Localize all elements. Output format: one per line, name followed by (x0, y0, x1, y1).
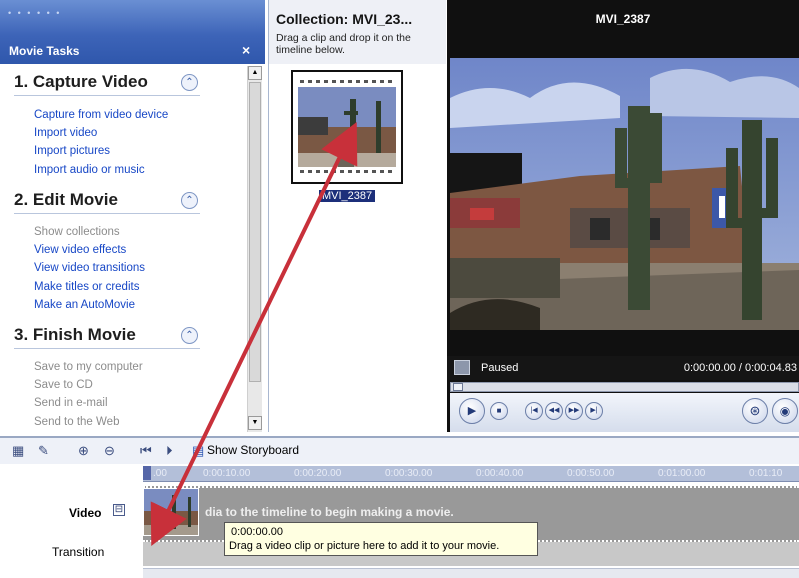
storyboard-icon[interactable]: ▤ (192, 443, 204, 459)
fast-forward-icon[interactable]: ▶▶ (565, 402, 583, 420)
show-storyboard-button[interactable]: Show Storyboard (207, 443, 299, 457)
scroll-thumb[interactable] (249, 82, 261, 382)
task-view-video-effects[interactable]: View video effects (34, 241, 145, 259)
narrate-timeline-icon[interactable]: ✎ (38, 443, 49, 459)
task-import-video[interactable]: Import video (34, 124, 168, 142)
collection-title: Collection: MVI_23... (276, 11, 413, 27)
task-capture-from-device[interactable]: Capture from video device (34, 106, 168, 124)
task-save-to-computer: Save to my computer (34, 361, 143, 373)
playback-controls: ▶ ■ |◀ ◀◀ ▶▶ ▶| ⊛ ◉ (450, 393, 799, 432)
task-save-to-cd: Save to CD (34, 379, 93, 392)
seek-bar[interactable] (450, 382, 799, 392)
clip-thumbnail-image (298, 77, 396, 177)
task-send-web: Send to the Web (34, 415, 120, 428)
task-make-automovie[interactable]: Make an AutoMovie (34, 296, 145, 314)
next-frame-icon[interactable]: ▶| (585, 402, 603, 420)
tasks-scrollbar[interactable]: ▲ ▼ (247, 66, 262, 432)
task-view-video-transitions[interactable]: View video transitions (34, 259, 145, 277)
section-title: 1. Capture Video (14, 72, 148, 91)
ruler-tick: 0:01:10 (749, 468, 783, 479)
finish-task-list: Save to my computer Save to CD Send in e… (34, 358, 143, 431)
zoom-out-icon[interactable]: ⊖ (104, 443, 115, 459)
ruler-tick: 0:00:50.00 (567, 468, 615, 479)
task-make-titles[interactable]: Make titles or credits (34, 278, 145, 296)
ruler-tick: 0:00:40.00 (476, 468, 524, 479)
rewind-timeline-icon[interactable]: ⏮ (140, 443, 152, 459)
collection-pane: Collection: MVI_23... Drag a clip and dr… (268, 0, 446, 432)
header-grip-icon: • • • • • • (8, 8, 62, 18)
clip-thumbnail[interactable] (291, 70, 403, 184)
timeline-scrollbar[interactable] (143, 568, 799, 578)
section-title: 2. Edit Movie (14, 190, 118, 209)
timeline-ruler[interactable]: .00 0:00:10.00 0:00:20.00 0:00:30.00 0:0… (143, 466, 799, 482)
collection-instruction: Drag a clip and drop it on the timeline … (276, 32, 411, 56)
tooltip-text: Drag a video clip or picture here to add… (229, 540, 500, 552)
seek-handle[interactable] (453, 383, 463, 391)
clip-label[interactable]: MVI_2387 (319, 190, 376, 202)
previous-frame-icon[interactable]: |◀ (525, 402, 543, 420)
tasks-pane-header: • • • • • • Movie Tasks × (0, 0, 265, 64)
playback-status: Paused (481, 362, 519, 374)
collapse-chevron-icon[interactable]: ⌃ (181, 74, 198, 91)
collection-header: Collection: MVI_23... Drag a clip and dr… (269, 0, 446, 64)
video-preview (450, 58, 799, 330)
take-picture-icon[interactable]: ◉ (772, 398, 798, 424)
video-track-label: Video (69, 506, 102, 520)
split-clip-icon[interactable]: ⊛ (742, 398, 768, 424)
playback-time: 0:00:00.00 / 0:00:04.83 (683, 362, 797, 374)
playhead-indicator[interactable] (143, 466, 151, 480)
ruler-tick: 0:00:30.00 (385, 468, 433, 479)
task-import-pictures[interactable]: Import pictures (34, 142, 168, 160)
movie-tasks-pane: • • • • • • Movie Tasks × 1. Capture Vid… (0, 0, 265, 432)
task-send-email: Send in e-mail (34, 397, 108, 410)
timeline-toolbar: ▦ ✎ ⊕ ⊖ ⏮ ⏵ ▤ Show Storyboard (0, 438, 799, 464)
ruler-tick: 0:00:20.00 (294, 468, 342, 479)
dragged-clip-thumbnail[interactable] (143, 488, 199, 536)
set-audio-levels-icon[interactable]: ▦ (12, 443, 24, 459)
monitor-title: MVI_2387 (595, 12, 651, 26)
rewind-icon[interactable]: ◀◀ (545, 402, 563, 420)
track-hint-text: dia to the timeline to begin making a mo… (205, 505, 454, 519)
ruler-tick: .00 (153, 468, 167, 479)
preview-monitor: MVI_2387 Paused 0:00:00.00 / 0:00:04.83 … (447, 0, 799, 432)
section-finish-movie[interactable]: 3. Finish Movie ⌃ (14, 325, 200, 349)
section-edit-movie[interactable]: 2. Edit Movie ⌃ (14, 190, 200, 214)
ruler-tick: 0:01:00.00 (658, 468, 706, 479)
stop-icon[interactable]: ■ (490, 402, 508, 420)
zoom-in-icon[interactable]: ⊕ (78, 443, 89, 459)
collapse-chevron-icon[interactable]: ⌃ (181, 327, 198, 344)
tasks-pane-title: Movie Tasks (9, 44, 80, 58)
play-icon[interactable]: ▶ (459, 398, 485, 424)
play-timeline-icon[interactable]: ⏵ (166, 443, 173, 459)
task-import-audio[interactable]: Import audio or music (34, 161, 168, 179)
capture-task-list: Capture from video device Import video I… (34, 106, 168, 179)
expand-track-icon[interactable]: ⊟ (113, 504, 125, 516)
tooltip-time: 0:00:00.00 (231, 526, 283, 538)
close-icon[interactable]: × (242, 42, 250, 58)
section-title: 3. Finish Movie (14, 325, 136, 344)
scroll-down-icon[interactable]: ▼ (248, 416, 262, 430)
drop-tooltip: 0:00:00.00 Drag a video clip or picture … (224, 522, 538, 556)
transition-track-label: Transition (52, 545, 105, 559)
status-monitor-icon (454, 360, 470, 375)
collapse-chevron-icon[interactable]: ⌃ (181, 192, 198, 209)
timeline-pane: ▦ ✎ ⊕ ⊖ ⏮ ⏵ ▤ Show Storyboard .00 0:00:1… (0, 436, 799, 578)
section-capture-video[interactable]: 1. Capture Video ⌃ (14, 72, 200, 96)
edit-task-list: Show collections View video effects View… (34, 223, 145, 314)
ruler-tick: 0:00:10.00 (203, 468, 251, 479)
scroll-up-icon[interactable]: ▲ (248, 66, 262, 80)
task-show-collections: Show collections (34, 226, 120, 238)
playback-status-bar: Paused 0:00:00.00 / 0:00:04.83 (447, 356, 799, 380)
